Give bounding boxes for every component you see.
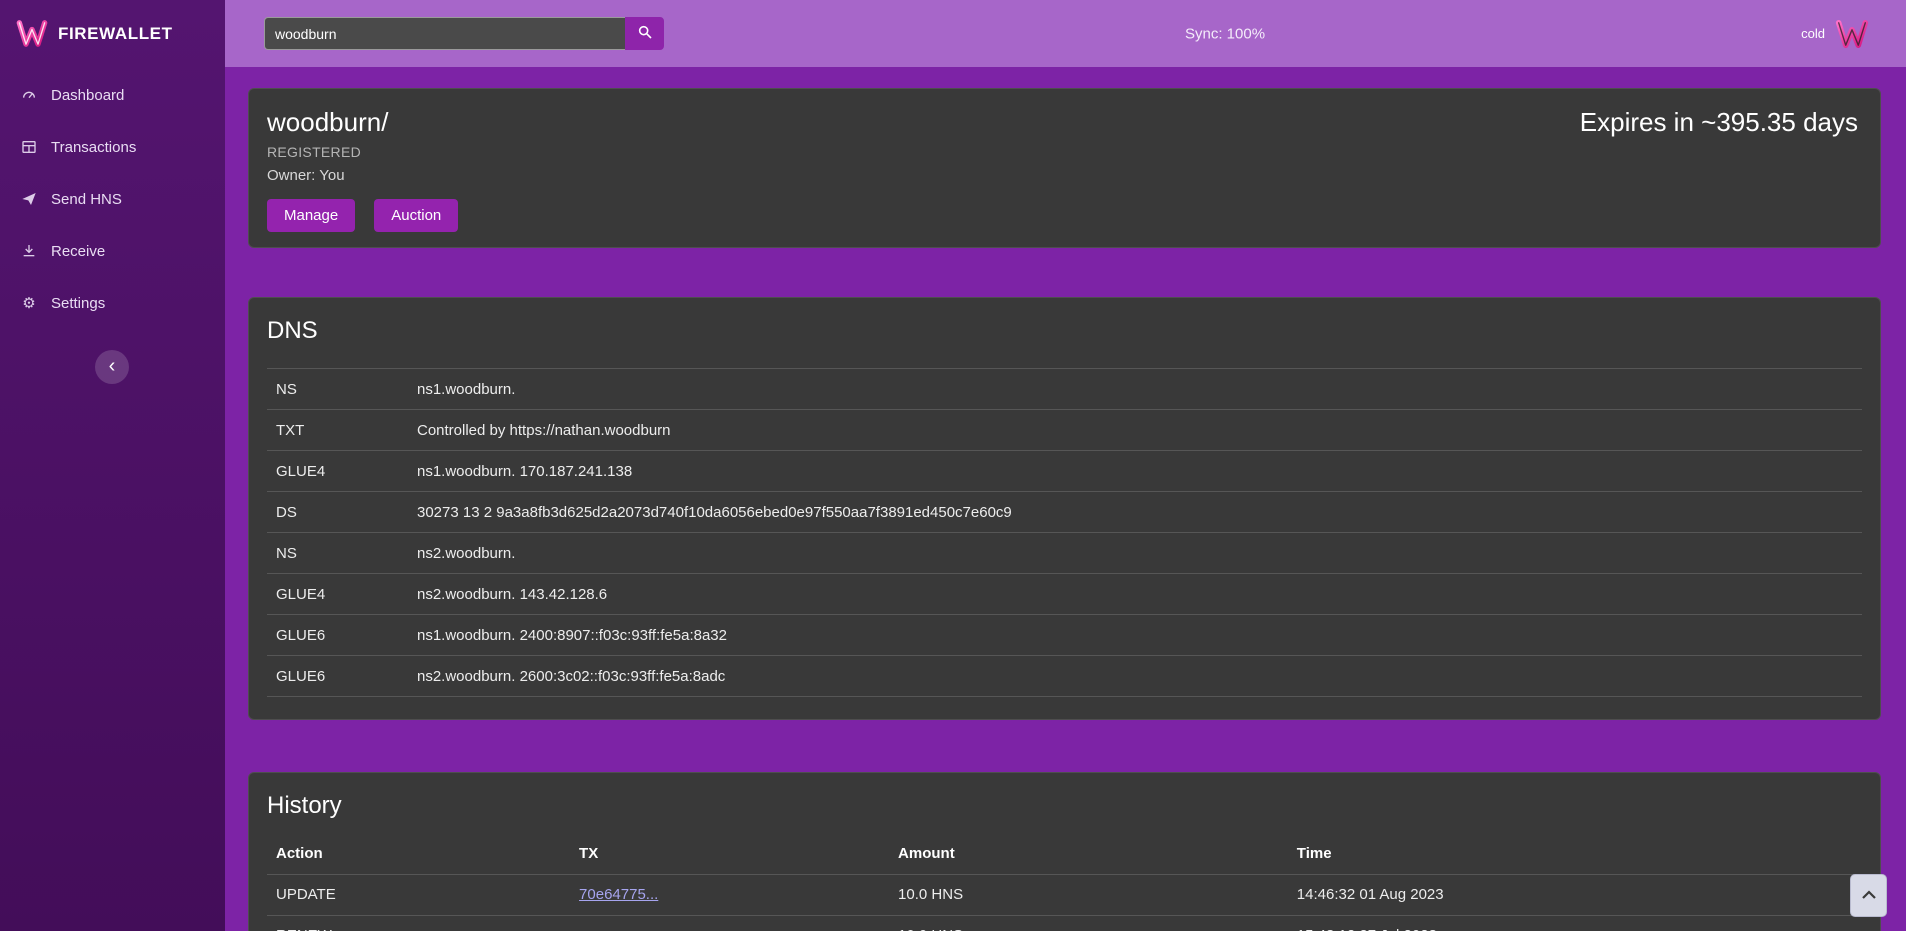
history-amount: 10.0 HNS bbox=[889, 915, 1288, 931]
wallet-mode-label: cold bbox=[1801, 26, 1825, 41]
dns-record-type: GLUE6 bbox=[267, 615, 408, 656]
dns-record-value: ns1.woodburn. bbox=[408, 369, 1862, 410]
dns-card: DNS NS ns1.woodburn. TXT Controlled by h… bbox=[248, 297, 1881, 720]
search-input[interactable] bbox=[264, 17, 625, 50]
dns-record-row: GLUE6 ns1.woodburn. 2400:8907::f03c:93ff… bbox=[267, 615, 1862, 656]
dns-record-type: NS bbox=[267, 369, 408, 410]
sidebar-item-settings[interactable]: ⚙ Settings bbox=[0, 277, 225, 329]
settings-icon: ⚙ bbox=[20, 294, 38, 312]
sidebar-item-label: Dashboard bbox=[51, 87, 124, 104]
sidebar-item-dashboard[interactable]: Dashboard bbox=[0, 69, 225, 121]
history-col-amount: Amount bbox=[889, 833, 1288, 874]
status-badge: REGISTERED bbox=[267, 144, 1862, 160]
brand: FIREWALLET bbox=[0, 0, 225, 67]
history-action: RENEW bbox=[267, 915, 570, 931]
app-window: FIREWALLET Dashboard Transactions bbox=[0, 0, 1906, 931]
dns-record-type: GLUE4 bbox=[267, 451, 408, 492]
receive-icon bbox=[20, 243, 38, 259]
chevron-left-icon: ‹ bbox=[109, 356, 116, 376]
sidebar-item-label: Receive bbox=[51, 243, 105, 260]
content-area: woodburn/ Expires in ~395.35 days REGIST… bbox=[225, 67, 1906, 931]
scroll-to-top-button[interactable] bbox=[1850, 874, 1887, 917]
dns-record-row: TXT Controlled by https://nathan.woodbur… bbox=[267, 410, 1862, 451]
sidebar-item-label: Transactions bbox=[51, 139, 136, 156]
dns-record-row: GLUE4 ns2.woodburn. 143.42.128.6 bbox=[267, 574, 1862, 615]
history-amount: 10.0 HNS bbox=[889, 874, 1288, 915]
expires-label: Expires in ~395.35 days bbox=[1580, 107, 1858, 138]
firewallet-logo-icon bbox=[1835, 20, 1869, 48]
dns-table: NS ns1.woodburn. TXT Controlled by https… bbox=[267, 368, 1862, 697]
history-col-time: Time bbox=[1288, 833, 1862, 874]
history-col-tx: TX bbox=[570, 833, 889, 874]
dns-record-type: NS bbox=[267, 533, 408, 574]
dns-record-type: GLUE4 bbox=[267, 574, 408, 615]
dns-record-type: TXT bbox=[267, 410, 408, 451]
sidebar-item-label: Send HNS bbox=[51, 191, 122, 208]
domain-actions: Manage Auction bbox=[267, 199, 1862, 232]
dns-record-value: ns1.woodburn. 2400:8907::f03c:93ff:fe5a:… bbox=[408, 615, 1862, 656]
history-card: History Action TX Amount Time UPDATE bbox=[248, 772, 1881, 931]
dns-record-value: ns1.woodburn. 170.187.241.138 bbox=[408, 451, 1862, 492]
history-time: 15:43:12 27 Jul 2023 bbox=[1288, 915, 1862, 931]
manage-button[interactable]: Manage bbox=[267, 199, 355, 232]
sidebar-item-transactions[interactable]: Transactions bbox=[0, 121, 225, 173]
tx-link[interactable]: ... bbox=[579, 927, 592, 931]
search-button[interactable] bbox=[625, 17, 664, 50]
sidebar-item-receive[interactable]: Receive bbox=[0, 225, 225, 277]
history-header-row: Action TX Amount Time bbox=[267, 833, 1862, 874]
sync-status: Sync: 100% bbox=[1185, 25, 1265, 42]
history-table: Action TX Amount Time UPDATE 70e64775...… bbox=[267, 833, 1862, 931]
sidebar-item-label: Settings bbox=[51, 295, 105, 312]
history-action: UPDATE bbox=[267, 874, 570, 915]
dns-title: DNS bbox=[267, 316, 1862, 346]
dns-record-row: NS ns1.woodburn. bbox=[267, 369, 1862, 410]
search-icon bbox=[637, 24, 653, 43]
domain-card: woodburn/ Expires in ~395.35 days REGIST… bbox=[248, 88, 1881, 248]
search-group bbox=[264, 17, 664, 50]
dns-record-type: GLUE6 bbox=[267, 656, 408, 697]
main-column: Sync: 100% cold woodburn/ Expires in ~39… bbox=[225, 0, 1906, 931]
brand-name: FIREWALLET bbox=[58, 24, 173, 44]
sidebar: FIREWALLET Dashboard Transactions bbox=[0, 0, 225, 931]
dashboard-icon bbox=[20, 87, 38, 103]
dns-record-row: GLUE4 ns1.woodburn. 170.187.241.138 bbox=[267, 451, 1862, 492]
owner-label: Owner: You bbox=[267, 167, 1862, 184]
history-time: 14:46:32 01 Aug 2023 bbox=[1288, 874, 1862, 915]
sidebar-nav: Dashboard Transactions Send HNS bbox=[0, 67, 225, 329]
topbar-right: cold bbox=[1801, 20, 1869, 48]
tx-link[interactable]: 70e64775... bbox=[579, 886, 658, 903]
dns-record-row: NS ns2.woodburn. bbox=[267, 533, 1862, 574]
dns-record-value: Controlled by https://nathan.woodburn bbox=[408, 410, 1862, 451]
firewallet-logo-icon bbox=[16, 20, 48, 47]
dns-record-value: 30273 13 2 9a3a8fb3d625d2a2073d740f10da6… bbox=[408, 492, 1862, 533]
auction-button[interactable]: Auction bbox=[374, 199, 458, 232]
dns-record-type: DS bbox=[267, 492, 408, 533]
history-col-action: Action bbox=[267, 833, 570, 874]
dns-record-value: ns2.woodburn. 2600:3c02::f03c:93ff:fe5a:… bbox=[408, 656, 1862, 697]
dns-record-value: ns2.woodburn. bbox=[408, 533, 1862, 574]
sidebar-item-send-hns[interactable]: Send HNS bbox=[0, 173, 225, 225]
dns-record-row: GLUE6 ns2.woodburn. 2600:3c02::f03c:93ff… bbox=[267, 656, 1862, 697]
transactions-icon bbox=[20, 139, 38, 155]
sidebar-collapse-button[interactable]: ‹ bbox=[95, 350, 129, 384]
chevron-up-icon bbox=[1862, 887, 1876, 904]
topbar: Sync: 100% cold bbox=[225, 0, 1906, 67]
history-row: RENEW ... 10.0 HNS 15:43:12 27 Jul 2023 bbox=[267, 915, 1862, 931]
dns-record-row: DS 30273 13 2 9a3a8fb3d625d2a2073d740f10… bbox=[267, 492, 1862, 533]
send-icon bbox=[20, 191, 38, 207]
dns-record-value: ns2.woodburn. 143.42.128.6 bbox=[408, 574, 1862, 615]
history-title: History bbox=[267, 791, 1862, 821]
history-row: UPDATE 70e64775... 10.0 HNS 14:46:32 01 … bbox=[267, 874, 1862, 915]
